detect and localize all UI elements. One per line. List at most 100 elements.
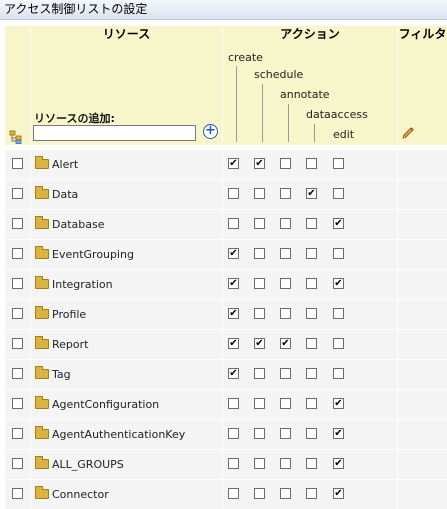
resource-cell: EventGrouping xyxy=(31,240,247,269)
resource-row: Tag xyxy=(5,360,447,389)
permission-checkbox-annotate[interactable] xyxy=(280,458,291,469)
permission-checkbox-create[interactable] xyxy=(228,368,239,379)
folder-icon xyxy=(35,276,49,289)
row-select-checkbox[interactable] xyxy=(12,398,23,409)
permission-checkbox-edit[interactable] xyxy=(333,248,344,259)
permission-checkbox-create[interactable] xyxy=(228,488,239,499)
resource-row: ALL_GROUPS xyxy=(5,450,447,479)
permission-checkbox-annotate[interactable] xyxy=(280,218,291,229)
row-select-checkbox[interactable] xyxy=(12,368,23,379)
permission-checkbox-create[interactable] xyxy=(228,458,239,469)
permission-checkbox-schedule[interactable] xyxy=(254,308,265,319)
permission-checkbox-dataaccess[interactable] xyxy=(306,338,317,349)
row-select-checkbox[interactable] xyxy=(12,488,23,499)
permission-checkbox-schedule[interactable] xyxy=(254,428,265,439)
filter-cell xyxy=(398,180,447,209)
permission-checkbox-create[interactable] xyxy=(228,188,239,199)
permission-checkbox-annotate[interactable] xyxy=(280,338,291,349)
permission-checkbox-annotate[interactable] xyxy=(280,248,291,259)
permission-checkbox-dataaccess[interactable] xyxy=(306,218,317,229)
permission-checkbox-dataaccess[interactable] xyxy=(306,398,317,409)
row-select-cell xyxy=(5,240,30,269)
permission-checkbox-edit[interactable] xyxy=(333,218,344,229)
permission-checkbox-edit[interactable] xyxy=(333,188,344,199)
permission-checkbox-edit[interactable] xyxy=(333,158,344,169)
row-select-checkbox[interactable] xyxy=(12,338,23,349)
row-select-checkbox[interactable] xyxy=(12,248,23,259)
resource-cell: Data xyxy=(31,180,247,209)
permission-checkbox-create[interactable] xyxy=(228,278,239,289)
resource-name: Data xyxy=(52,188,79,201)
row-select-checkbox[interactable] xyxy=(12,218,23,229)
permission-checkbox-schedule[interactable] xyxy=(254,338,265,349)
permission-checkbox-schedule[interactable] xyxy=(254,368,265,379)
permission-checkbox-dataaccess[interactable] xyxy=(306,188,317,199)
resource-name: Alert xyxy=(52,158,79,171)
resource-name: Integration xyxy=(52,278,113,291)
permission-checkbox-edit[interactable] xyxy=(333,488,344,499)
permission-checkbox-edit[interactable] xyxy=(333,398,344,409)
row-select-cell xyxy=(5,300,30,329)
permission-checkbox-annotate[interactable] xyxy=(280,278,291,289)
permission-checkbox-annotate[interactable] xyxy=(280,368,291,379)
permission-checkbox-annotate[interactable] xyxy=(280,308,291,319)
row-select-cell xyxy=(5,420,30,449)
permission-checkbox-dataaccess[interactable] xyxy=(306,308,317,319)
permission-checkbox-dataaccess[interactable] xyxy=(306,488,317,499)
resource-name: Connector xyxy=(52,488,109,501)
permission-checkbox-schedule[interactable] xyxy=(254,458,265,469)
permission-checkbox-annotate[interactable] xyxy=(280,488,291,499)
tree-guide-line xyxy=(262,84,263,142)
row-select-cell xyxy=(5,270,30,299)
row-select-checkbox[interactable] xyxy=(12,278,23,289)
permission-checkbox-edit[interactable] xyxy=(333,368,344,379)
permission-checkbox-create[interactable] xyxy=(228,398,239,409)
add-icon[interactable]: + xyxy=(203,124,218,139)
permission-checkbox-schedule[interactable] xyxy=(254,158,265,169)
row-select-checkbox[interactable] xyxy=(12,458,23,469)
row-select-checkbox[interactable] xyxy=(12,428,23,439)
permission-checkbox-edit[interactable] xyxy=(333,278,344,289)
permission-cell xyxy=(223,390,397,419)
permission-checkbox-schedule[interactable] xyxy=(254,218,265,229)
row-select-checkbox[interactable] xyxy=(12,188,23,199)
permission-checkbox-schedule[interactable] xyxy=(254,188,265,199)
permission-checkbox-dataaccess[interactable] xyxy=(306,458,317,469)
pencil-icon[interactable] xyxy=(401,126,415,140)
resource-cell: Database xyxy=(31,210,247,239)
permission-checkbox-schedule[interactable] xyxy=(254,398,265,409)
filter-cell xyxy=(398,150,447,179)
action-label-annotate: annotate xyxy=(280,88,330,101)
permission-checkbox-dataaccess[interactable] xyxy=(306,158,317,169)
row-select-checkbox[interactable] xyxy=(12,158,23,169)
permission-checkbox-create[interactable] xyxy=(228,308,239,319)
permission-checkbox-annotate[interactable] xyxy=(280,398,291,409)
permission-checkbox-edit[interactable] xyxy=(333,428,344,439)
action-label-edit: edit xyxy=(333,128,355,141)
add-resource-input[interactable] xyxy=(33,125,196,141)
permission-checkbox-dataaccess[interactable] xyxy=(306,248,317,259)
permission-checkbox-annotate[interactable] xyxy=(280,188,291,199)
permission-checkbox-dataaccess[interactable] xyxy=(306,428,317,439)
resource-row: Profile xyxy=(5,300,447,329)
permission-checkbox-annotate[interactable] xyxy=(280,428,291,439)
permission-checkbox-schedule[interactable] xyxy=(254,248,265,259)
permission-checkbox-dataaccess[interactable] xyxy=(306,278,317,289)
permission-checkbox-edit[interactable] xyxy=(333,458,344,469)
permission-checkbox-edit[interactable] xyxy=(333,338,344,349)
resource-cell: Alert xyxy=(31,150,247,179)
tree-icon[interactable] xyxy=(9,130,23,144)
permission-checkbox-edit[interactable] xyxy=(333,308,344,319)
row-select-checkbox[interactable] xyxy=(12,308,23,319)
folder-icon xyxy=(35,426,49,439)
permission-checkbox-schedule[interactable] xyxy=(254,278,265,289)
permission-checkbox-schedule[interactable] xyxy=(254,488,265,499)
permission-checkbox-create[interactable] xyxy=(228,158,239,169)
permission-checkbox-annotate[interactable] xyxy=(280,158,291,169)
permission-checkbox-dataaccess[interactable] xyxy=(306,368,317,379)
filter-cell xyxy=(398,480,447,509)
permission-checkbox-create[interactable] xyxy=(228,338,239,349)
permission-checkbox-create[interactable] xyxy=(228,218,239,229)
permission-checkbox-create[interactable] xyxy=(228,428,239,439)
permission-checkbox-create[interactable] xyxy=(228,248,239,259)
